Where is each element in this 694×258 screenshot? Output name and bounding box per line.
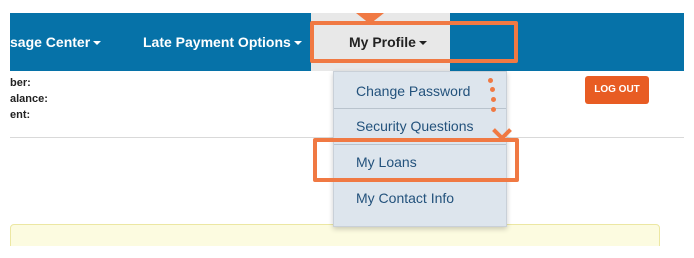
notice-banner <box>10 224 660 246</box>
path-dot <box>491 107 496 112</box>
pointer-arrow-down-icon <box>356 13 384 24</box>
caret-down-icon <box>93 41 102 46</box>
highlight-my-loans-box <box>313 138 519 182</box>
menu-item-change-password[interactable]: Change Password <box>334 75 506 107</box>
nav-message-center[interactable]: sage Center <box>10 13 102 71</box>
path-dot <box>491 97 496 102</box>
frame-right <box>684 0 694 258</box>
account-number-label: ber: <box>10 77 31 89</box>
path-dot <box>488 78 493 83</box>
nav-late-payment-label: Late Payment Options <box>143 34 291 50</box>
nav-message-center-label: sage Center <box>10 34 91 50</box>
frame-top <box>0 0 694 13</box>
path-dot <box>490 87 495 92</box>
balance-label: alance: <box>10 93 48 105</box>
frame-left <box>0 0 10 258</box>
page-viewport: sage Center Late Payment Options My Prof… <box>10 13 684 246</box>
payment-label: ent: <box>10 109 31 121</box>
logout-button[interactable]: LOG OUT <box>585 76 649 104</box>
nav-late-payment-options[interactable]: Late Payment Options <box>143 13 302 71</box>
highlight-my-profile-box <box>310 21 518 63</box>
menu-divider <box>334 108 506 109</box>
caret-down-icon <box>293 41 302 46</box>
menu-item-my-contact-info[interactable]: My Contact Info <box>334 182 506 214</box>
frame-bottom <box>0 246 694 258</box>
